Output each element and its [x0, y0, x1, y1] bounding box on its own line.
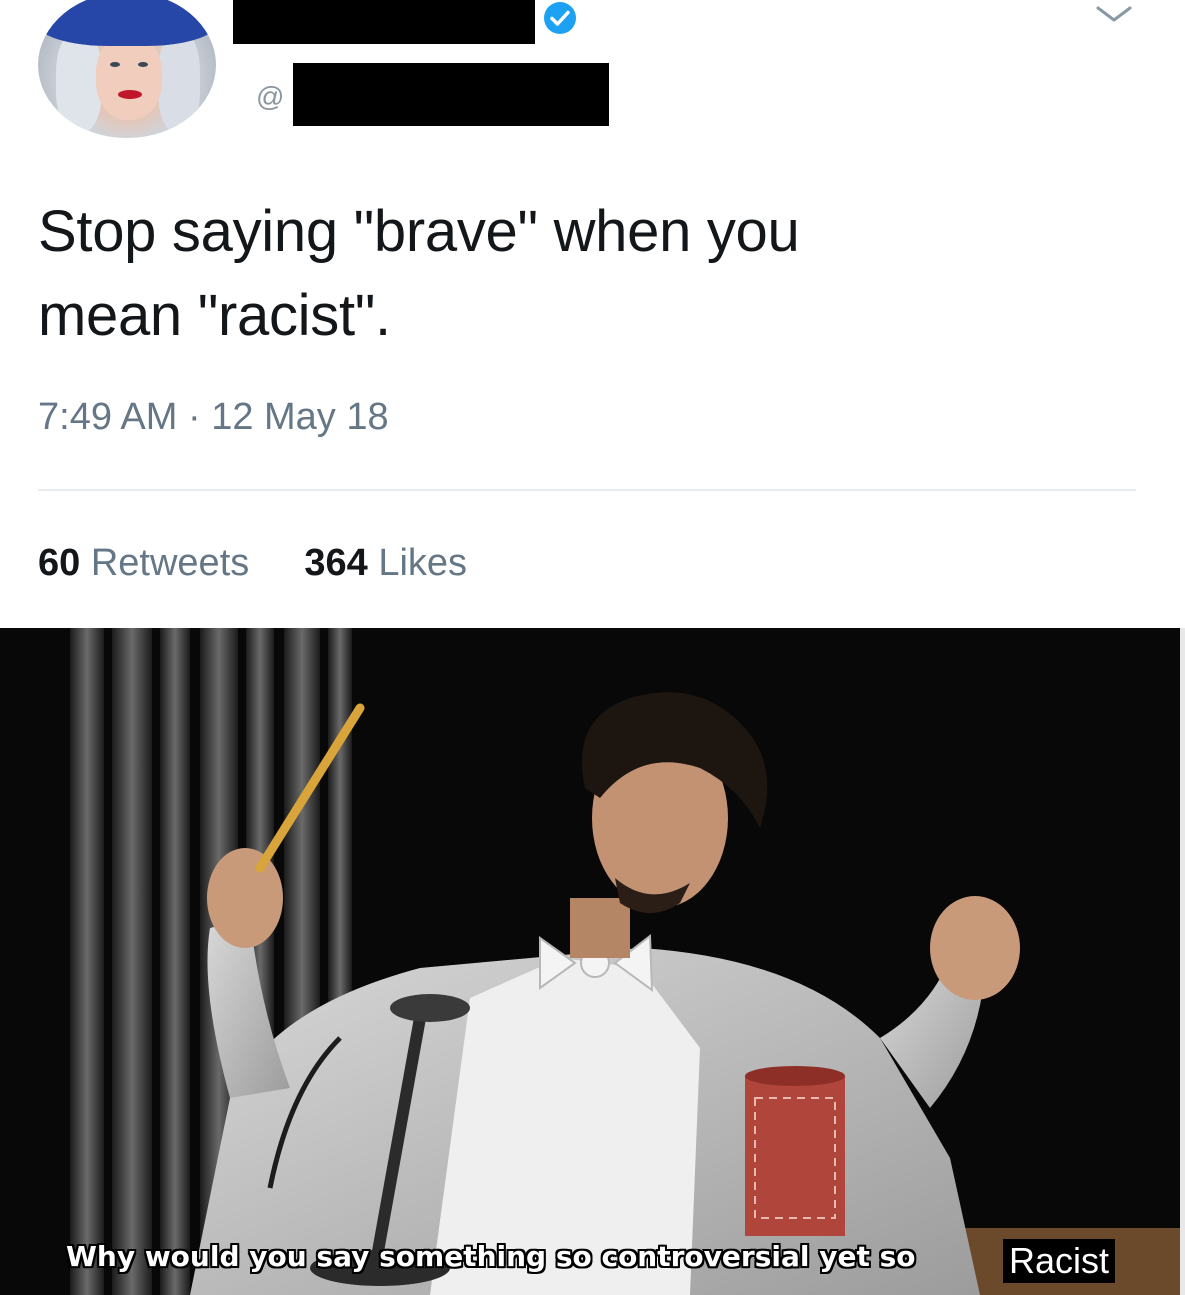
divider: [38, 489, 1136, 491]
tweet-card: @ Stop saying "brave" when you mean "rac…: [0, 0, 1185, 628]
meme-caption: Why would you say something so controver…: [66, 1240, 916, 1273]
likes-stat[interactable]: 364 Likes: [304, 542, 467, 584]
avatar-lips: [118, 90, 142, 99]
neck: [570, 898, 630, 958]
meme-scene: [0, 628, 1185, 1295]
red-cup: [745, 1066, 845, 1236]
retweets-stat[interactable]: 60 Retweets: [38, 542, 260, 584]
retweets-label: Retweets: [90, 542, 250, 584]
handle-at-sign: @: [256, 81, 285, 112]
avatar-eye-right: [138, 62, 148, 67]
avatar[interactable]: [38, 0, 216, 138]
handle-redaction[interactable]: [293, 63, 609, 126]
chevron-down-icon[interactable]: [1092, 2, 1136, 26]
verified-badge-icon: [544, 2, 576, 34]
likes-count: 364: [304, 542, 368, 584]
tweet-stats: 60 Retweets 364 Likes: [38, 540, 467, 586]
tweet-text-line: mean "racist".: [38, 283, 391, 348]
likes-label: Likes: [378, 542, 468, 584]
tweet-timestamp[interactable]: 7:49 AM · 12 May 18: [38, 394, 389, 440]
tweet-text: Stop saying "brave" when you mean "racis…: [38, 190, 1138, 358]
display-name-redaction[interactable]: [233, 0, 535, 44]
avatar-face: [96, 34, 162, 120]
tweet-text-line: Stop saying "brave" when you: [38, 199, 800, 264]
avatar-hair-right: [158, 32, 200, 132]
meme-image: [0, 628, 1185, 1295]
meme-caption-edit: Racist: [1003, 1239, 1116, 1283]
avatar-hat: [38, 0, 216, 46]
avatar-eye-left: [110, 62, 120, 67]
retweets-count: 60: [38, 542, 81, 584]
meme-right-edge: [1180, 628, 1185, 1295]
right-hand: [930, 896, 1020, 1000]
left-hand: [207, 848, 283, 948]
